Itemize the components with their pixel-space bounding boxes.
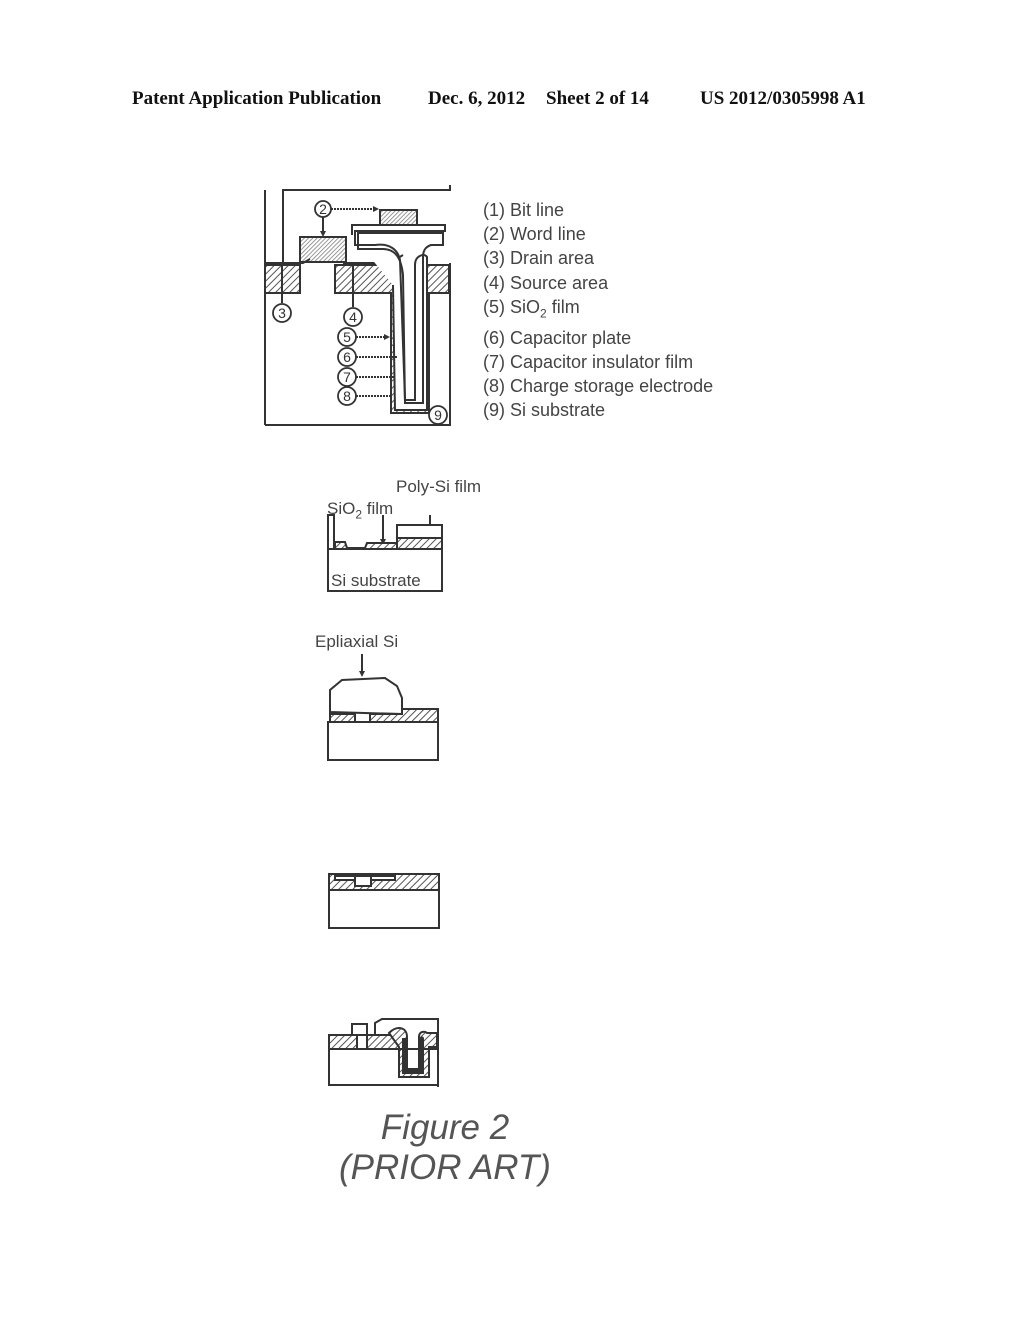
word-line-gate: [299, 236, 347, 263]
legend-item: (7) Capacitor insulator film: [483, 351, 694, 372]
dram-cell-diagram: 2 3 4 5 6 7 8 9: [264, 185, 451, 426]
callout-9: 9: [434, 407, 442, 423]
component-legend: (1) Bit line (2) Word line (3) Drain are…: [483, 198, 713, 422]
patent-number: US 2012/0305998 A1: [700, 88, 866, 109]
legend-item: (6) Capacitor plate: [483, 327, 632, 348]
callout-5: 5: [343, 329, 351, 345]
prior-art-label: (PRIOR ART): [339, 1148, 551, 1187]
callout-6: 6: [343, 349, 351, 365]
legend-item: (3) Drain area: [483, 248, 595, 269]
process-step-2-diagram: [327, 654, 439, 761]
figure-caption: Figure 2 (PRIOR ART): [320, 1108, 570, 1188]
legend-item: (1) Bit line: [483, 200, 565, 220]
poly-si-label: Poly-Si film: [396, 477, 482, 496]
callout-8: 8: [343, 388, 351, 404]
legend-item: (8) Charge storage electrode: [483, 376, 714, 397]
sheet-number: Sheet 2 of 14: [546, 88, 649, 109]
process-step-4-diagram: [328, 1018, 439, 1087]
charge-storage-electrode: [351, 224, 446, 411]
legend-item: (2) Word line: [483, 224, 586, 245]
publication-date: Dec. 6, 2012: [428, 88, 526, 109]
legend-item: (4) Source area: [483, 272, 609, 293]
epitaxial-si-label: Epliaxial Si: [315, 632, 399, 651]
process-step-3-diagram: [328, 873, 440, 929]
legend-item: (9) Si substrate: [483, 400, 606, 421]
legend-item: (5) SiO2 film: [483, 296, 580, 321]
callout-2: 2: [319, 201, 327, 217]
publication-title: Patent Application Publication: [132, 88, 382, 109]
callout-3: 3: [278, 305, 286, 321]
callout-4: 4: [349, 309, 357, 325]
figure-title: Figure 2: [380, 1108, 510, 1147]
callout-7: 7: [343, 369, 351, 385]
si-substrate-label: Si substrate: [331, 571, 421, 590]
